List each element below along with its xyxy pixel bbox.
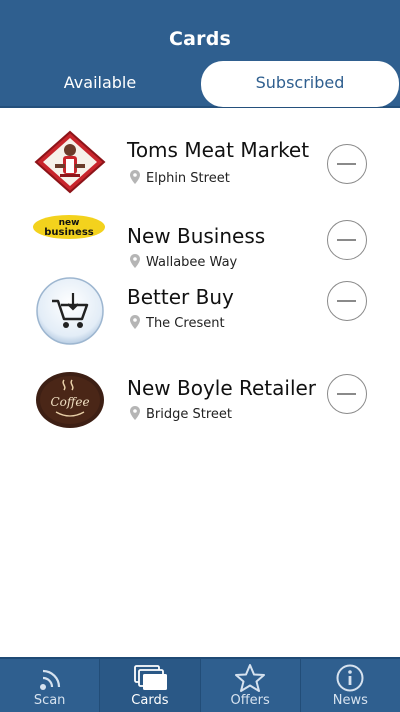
cards-icon xyxy=(132,663,168,697)
tab-subscribed[interactable]: Subscribed xyxy=(201,61,399,107)
bottom-tab-bar: Scan Cards Offers News xyxy=(0,657,400,712)
cards-screen: Cards Available Subscribed Toms Meat Mar… xyxy=(0,0,400,712)
tab-scan-label: Scan xyxy=(33,693,66,708)
tab-offers[interactable]: Offers xyxy=(201,659,301,712)
card-address-text: The Cresent xyxy=(146,316,225,331)
remove-card-button[interactable] xyxy=(327,144,367,184)
scan-icon xyxy=(35,663,65,697)
card-address: Bridge Street xyxy=(130,406,232,422)
tab-scan[interactable]: Scan xyxy=(0,659,101,712)
card-name: Toms Meat Market xyxy=(127,138,310,162)
card-address-text: Bridge Street xyxy=(146,407,233,422)
card-address-text: Elphin Street xyxy=(146,171,230,186)
tab-available[interactable]: Available xyxy=(0,62,200,104)
card-name: New Business xyxy=(127,224,266,248)
list-item[interactable]: Better Buy The Cresent xyxy=(0,275,400,355)
tab-news[interactable]: News xyxy=(301,659,400,712)
page-title: Cards xyxy=(168,28,232,50)
shopping-cart-logo-icon xyxy=(34,277,106,345)
svg-text:business: business xyxy=(44,227,94,238)
location-pin-icon xyxy=(130,254,140,268)
list-item[interactable]: new business New Business Wallabee Way xyxy=(0,206,400,286)
coffee-logo-icon: Coffee xyxy=(34,370,106,434)
info-icon xyxy=(335,663,365,697)
list-item[interactable]: Coffee New Boyle Retailer Bridge Street xyxy=(0,366,400,446)
card-address: The Cresent xyxy=(130,315,225,331)
remove-card-button[interactable] xyxy=(327,220,367,260)
card-name: New Boyle Retailer xyxy=(127,376,317,400)
location-pin-icon xyxy=(130,315,140,329)
location-pin-icon xyxy=(130,406,140,420)
remove-card-button[interactable] xyxy=(327,281,367,321)
list-item[interactable]: Toms Meat Market Elphin Street xyxy=(0,124,400,204)
tab-cards-label: Cards xyxy=(131,693,169,708)
new-business-logo-icon: new business xyxy=(32,212,106,276)
tab-offers-label: Offers xyxy=(230,693,270,708)
remove-card-button[interactable] xyxy=(327,374,367,414)
butcher-logo-icon xyxy=(34,130,106,194)
card-address-text: Wallabee Way xyxy=(146,255,238,270)
card-name: Better Buy xyxy=(127,285,234,309)
svg-text:Coffee: Coffee xyxy=(50,395,89,409)
tab-news-label: News xyxy=(332,693,368,708)
location-pin-icon xyxy=(130,170,140,184)
tab-cards[interactable]: Cards xyxy=(100,659,201,712)
header-bar: Cards Available Subscribed xyxy=(0,0,400,108)
card-address: Elphin Street xyxy=(130,170,230,186)
star-icon xyxy=(234,663,266,697)
card-address: Wallabee Way xyxy=(130,254,237,270)
